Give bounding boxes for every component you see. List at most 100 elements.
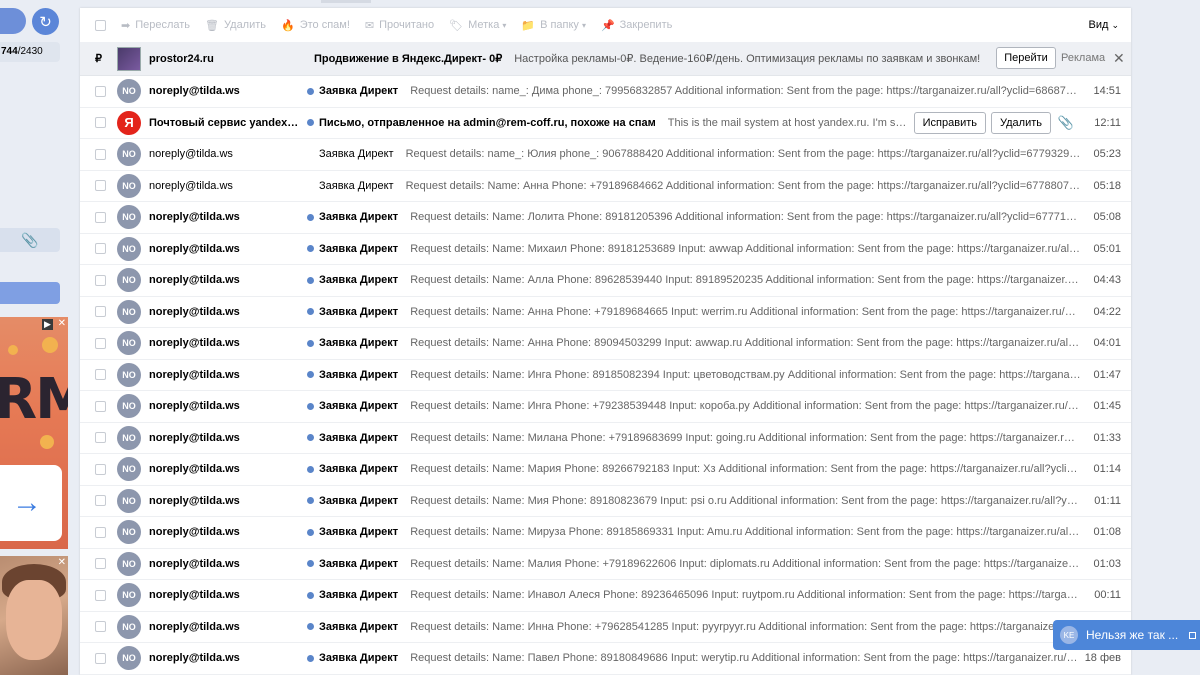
message-checkbox[interactable] xyxy=(95,274,106,286)
message-checkbox[interactable] xyxy=(95,558,106,570)
timestamp: 04:22 xyxy=(1093,305,1121,318)
unread-dot-icon[interactable] xyxy=(307,308,314,316)
view-label: Вид xyxy=(1088,19,1109,31)
ad-row[interactable]: ₽ prostor24.ru Продвижение в Яндекс.Дире… xyxy=(80,42,1131,76)
avatar: NO xyxy=(117,551,141,576)
subject: Заявка Директ xyxy=(319,211,399,224)
message-row[interactable]: NO noreply@tilda.ws Заявка Директ Request d… xyxy=(80,580,1131,612)
select-all-checkbox[interactable] xyxy=(95,19,106,31)
unread-dot-icon[interactable] xyxy=(307,213,314,221)
message-checkbox[interactable] xyxy=(95,243,106,255)
message-checkbox[interactable] xyxy=(95,400,106,412)
unread-dot-icon[interactable] xyxy=(307,245,314,253)
chat-widget[interactable]: KE Нельзя же так ... xyxy=(1053,620,1200,650)
view-dropdown[interactable]: Вид ⌄ xyxy=(1088,19,1119,31)
unread-dot-icon[interactable] xyxy=(307,623,314,631)
message-checkbox[interactable] xyxy=(95,211,106,223)
message-checkbox[interactable] xyxy=(95,306,106,318)
trash-icon: 🗑 xyxy=(205,19,220,32)
delete-button[interactable]: 🗑 Удалить xyxy=(205,19,266,32)
message-row[interactable]: NO noreply@tilda.ws Заявка Директ Request d… xyxy=(80,612,1131,643)
message-checkbox[interactable] xyxy=(95,526,106,538)
spam-button[interactable]: 🔥 Это спам! xyxy=(281,19,350,32)
chevron-down-icon: ⌄ xyxy=(1111,20,1119,30)
timestamp: 18 фев xyxy=(1084,652,1121,665)
label-button[interactable]: 🏷 Метка ▾ xyxy=(449,19,506,32)
unread-dot-icon[interactable] xyxy=(307,87,314,95)
move-to-folder-button[interactable]: 📁 В папку ▾ xyxy=(521,19,586,32)
paperclip-icon[interactable]: 📎 xyxy=(0,228,60,252)
folder-selected-bar[interactable] xyxy=(0,282,60,304)
message-checkbox[interactable] xyxy=(95,180,106,192)
message-row[interactable]: NO noreply@tilda.ws Заявка Директ Request d… xyxy=(80,454,1131,486)
message-row[interactable]: NO noreply@tilda.ws Заявка Директ Request d… xyxy=(80,265,1131,297)
message-checkbox[interactable] xyxy=(95,148,106,160)
message-row[interactable]: NO noreply@tilda.ws Заявка Директ Request d… xyxy=(80,423,1131,454)
pin-button[interactable]: 📌 Закрепить xyxy=(601,19,672,32)
message-checkbox[interactable] xyxy=(95,432,106,444)
message-row[interactable]: NO noreply@tilda.ws Заявка Директ Request d… xyxy=(80,234,1131,265)
message-row[interactable]: Я Почтовый сервис yandex.ru Письмо, отправ… xyxy=(80,108,1131,139)
mark-read-button[interactable]: ✉ Прочитано xyxy=(365,19,434,32)
message-checkbox[interactable] xyxy=(95,652,106,664)
message-row[interactable]: NO noreply@tilda.ws Заявка Директ Request d… xyxy=(80,549,1131,580)
sender: noreply@tilda.ws xyxy=(149,557,240,570)
unread-dot-icon[interactable] xyxy=(307,371,314,379)
message-row[interactable]: NO noreply@tilda.ws Заявка Директ Request d… xyxy=(80,391,1131,423)
delete-label: Удалить xyxy=(224,19,267,31)
preview: Request details: Name: Мируза Phone: 891… xyxy=(410,526,1081,539)
unread-dot-icon[interactable] xyxy=(307,402,314,410)
unread-dot-icon[interactable] xyxy=(307,119,314,127)
close-icon[interactable]: ✕ xyxy=(1113,42,1125,75)
unread-dot-icon[interactable] xyxy=(307,465,314,473)
subject: Заявка Директ xyxy=(319,589,399,602)
unread-dot-icon[interactable] xyxy=(307,560,314,568)
message-checkbox[interactable] xyxy=(95,463,106,475)
message-row[interactable]: NO noreply@tilda.ws Заявка Директ Request d… xyxy=(80,202,1131,234)
message-row[interactable]: NO noreply@tilda.ws Заявка Директ Request d… xyxy=(80,643,1131,675)
ad-text: Настройка рекламы-0₽. Ведение-160₽/день.… xyxy=(514,53,981,65)
arrow-right-icon[interactable]: → xyxy=(0,465,62,541)
unread-dot-icon[interactable] xyxy=(307,591,314,599)
message-row[interactable]: NO noreply@tilda.ws Заявка Директ Request d… xyxy=(80,171,1131,202)
avatar: NO xyxy=(117,236,141,261)
compose-button[interactable] xyxy=(0,8,26,34)
close-icon[interactable]: ✕ xyxy=(58,557,66,568)
timestamp: 05:01 xyxy=(1093,242,1121,255)
message-checkbox[interactable] xyxy=(95,117,106,129)
unread-dot-icon[interactable] xyxy=(307,497,314,505)
go-button[interactable]: Перейти xyxy=(996,47,1056,69)
close-icon[interactable]: ✕ xyxy=(58,318,66,329)
expand-icon[interactable] xyxy=(1189,631,1196,639)
unread-dot-icon[interactable] xyxy=(307,434,314,442)
message-checkbox[interactable] xyxy=(95,369,106,381)
unread-dot-icon[interactable] xyxy=(307,339,314,347)
timestamp: 01:08 xyxy=(1093,526,1121,539)
forward-button[interactable]: ➡ Переслать xyxy=(121,19,190,32)
message-checkbox[interactable] xyxy=(95,589,106,601)
message-checkbox[interactable] xyxy=(95,337,106,349)
ad-banner-crm[interactable]: RM ▶ ✕ → xyxy=(0,317,68,549)
sender: noreply@tilda.ws xyxy=(149,368,240,381)
avatar: NO xyxy=(117,299,141,324)
message-row[interactable]: NO noreply@tilda.ws Заявка Директ Request d… xyxy=(80,297,1131,328)
message-row[interactable]: NO noreply@tilda.ws Заявка Директ Request d… xyxy=(80,360,1131,391)
unread-dot-icon[interactable] xyxy=(307,654,314,662)
preview: This is the mail system at host yandex.r… xyxy=(667,116,909,129)
fix-button[interactable]: Исправить xyxy=(913,111,986,134)
unread-dot-icon[interactable] xyxy=(307,528,314,536)
timestamp: 05:08 xyxy=(1093,211,1121,224)
message-row[interactable]: NO noreply@tilda.ws Заявка Директ Request d… xyxy=(80,76,1131,108)
message-checkbox[interactable] xyxy=(95,621,106,633)
refresh-icon[interactable]: ↻ xyxy=(32,8,59,35)
chevron-down-icon: ▾ xyxy=(581,20,586,30)
message-row[interactable]: NO noreply@tilda.ws Заявка Директ Request d… xyxy=(80,139,1131,171)
message-checkbox[interactable] xyxy=(95,85,106,97)
message-row[interactable]: NO noreply@tilda.ws Заявка Директ Request d… xyxy=(80,517,1131,549)
delete-message-button[interactable]: Удалить xyxy=(991,111,1051,134)
message-row[interactable]: NO noreply@tilda.ws Заявка Директ Request d… xyxy=(80,486,1131,517)
unread-dot-icon[interactable] xyxy=(307,276,314,284)
message-row[interactable]: NO noreply@tilda.ws Заявка Директ Request d… xyxy=(80,328,1131,360)
ad-banner-photo[interactable]: ✕ xyxy=(0,556,68,675)
message-checkbox[interactable] xyxy=(95,495,106,507)
